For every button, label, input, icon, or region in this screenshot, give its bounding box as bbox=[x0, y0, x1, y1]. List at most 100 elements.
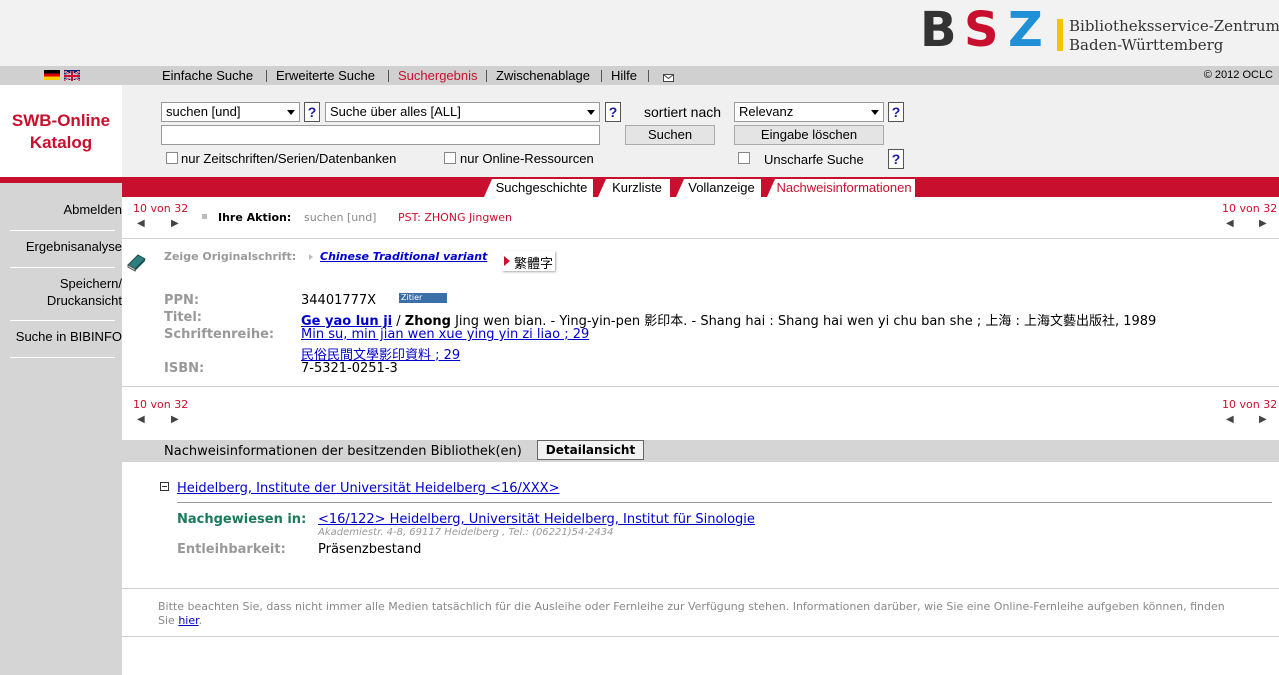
field-select[interactable]: Suche über alles [ALL] bbox=[325, 102, 600, 122]
nav-hilfe[interactable]: Hilfe bbox=[611, 66, 637, 85]
operator-select[interactable]: suchen [und] bbox=[161, 102, 300, 122]
fuzzy-checkbox[interactable] bbox=[738, 152, 750, 164]
sidebar-item-bibinfo[interactable]: Suche in BIBINFO bbox=[16, 329, 122, 344]
help-operator-button[interactable]: ? bbox=[304, 102, 320, 122]
orig-script-chars: 繁體字 bbox=[514, 257, 554, 272]
book-icon bbox=[125, 250, 147, 275]
online-checkbox-label: nur Online-Ressourcen bbox=[460, 151, 594, 166]
help-fuzzy-button[interactable]: ? bbox=[888, 149, 904, 169]
english-flag-icon[interactable] bbox=[63, 70, 81, 82]
sidebar-item-ergebnisanalyse[interactable]: Ergebnisanalyse bbox=[26, 239, 122, 254]
footer-note: Bitte beachten Sie, dass nicht immer all… bbox=[158, 600, 1225, 613]
operator-select-value: suchen [und] bbox=[166, 104, 241, 119]
nav-separator bbox=[388, 70, 389, 82]
footer-note-suffix: . bbox=[198, 614, 203, 627]
action-value: suchen [und] bbox=[304, 211, 377, 224]
logo-letter-z: Z bbox=[1008, 2, 1043, 58]
next-arrow-icon[interactable]: ▶ bbox=[171, 414, 179, 425]
footer-note-prefix: Sie bbox=[158, 614, 179, 627]
journals-checkbox[interactable] bbox=[166, 152, 178, 164]
proven-link[interactable]: <16/122> Heidelberg, Universität Heidelb… bbox=[318, 512, 755, 527]
catalog-title: SWB-Online Katalog bbox=[0, 110, 122, 154]
sidebar-item-abmelden[interactable]: Abmelden bbox=[63, 202, 122, 217]
cite-button[interactable]: Zitier bbox=[399, 293, 447, 303]
next-arrow-icon[interactable]: ▶ bbox=[1259, 414, 1267, 425]
catalog-title-line2: Katalog bbox=[29, 133, 93, 152]
orig-script-link[interactable]: Chinese Traditional variant bbox=[320, 250, 487, 263]
sidebar-divider bbox=[10, 320, 115, 321]
mail-icon[interactable] bbox=[663, 71, 674, 85]
tab-kurzliste[interactable]: Kurzliste bbox=[598, 179, 670, 197]
help-sort-button[interactable]: ? bbox=[888, 102, 904, 122]
online-checkbox[interactable] bbox=[444, 152, 456, 164]
lending-value: Präsenzbestand bbox=[318, 542, 422, 557]
field-select-value: Suche über alles [ALL] bbox=[330, 104, 461, 119]
isbn-label: ISBN: bbox=[164, 361, 205, 376]
library-link[interactable]: Heidelberg, Institute der Universität He… bbox=[177, 481, 559, 496]
series-label: Schriftenreihe: bbox=[164, 327, 275, 342]
journals-checkbox-label: nur Zeitschriften/Serien/Datenbanken bbox=[181, 151, 397, 166]
tab-vollanzeige[interactable]: Vollanzeige bbox=[676, 179, 761, 197]
sort-label: sortiert nach bbox=[644, 104, 722, 120]
search-button[interactable]: Suchen bbox=[625, 125, 715, 145]
bsz-logo: B S Z bbox=[920, 6, 1060, 54]
holdings-bar-left bbox=[122, 440, 156, 462]
footer-hier-link[interactable]: hier bbox=[178, 614, 198, 627]
fuzzy-checkbox-label: Unscharfe Suche bbox=[764, 152, 864, 167]
next-arrow-icon[interactable]: ▶ bbox=[171, 218, 179, 229]
help-field-button[interactable]: ? bbox=[605, 102, 621, 122]
bullet-icon bbox=[202, 214, 207, 219]
ppn-value: 34401777X bbox=[301, 293, 377, 308]
action-label: Ihre Aktion: bbox=[218, 211, 292, 224]
bullet-arrow-icon bbox=[309, 254, 313, 260]
pager-count-bottom: 10 von 32 bbox=[133, 398, 189, 411]
pager-count-bottom-right: 10 von 32 bbox=[1222, 398, 1278, 411]
logo-letter-b: B bbox=[920, 2, 957, 58]
sidebar-item-druckansicht[interactable]: Druckansicht bbox=[47, 293, 122, 308]
previous-arrow-icon[interactable]: ◀ bbox=[137, 414, 145, 425]
previous-arrow-icon[interactable]: ◀ bbox=[1226, 414, 1234, 425]
previous-arrow-icon[interactable]: ◀ bbox=[137, 218, 145, 229]
minus-icon[interactable] bbox=[160, 482, 169, 491]
search-input[interactable] bbox=[161, 125, 600, 145]
orig-script-label: Zeige Originalschrift: bbox=[164, 250, 297, 263]
chevron-down-icon bbox=[287, 110, 295, 115]
chevron-down-icon bbox=[871, 110, 879, 115]
divider bbox=[122, 588, 1279, 589]
language-switch bbox=[0, 66, 122, 85]
catalog-title-line1: SWB-Online bbox=[11, 111, 111, 130]
library-divider bbox=[177, 502, 1272, 503]
divider bbox=[122, 238, 1279, 239]
nav-einfache-suche[interactable]: Einfache Suche bbox=[162, 66, 253, 85]
nav-suchergebnis[interactable]: Suchergebnis bbox=[398, 66, 478, 85]
german-flag-icon[interactable] bbox=[44, 70, 60, 80]
previous-arrow-icon[interactable]: ◀ bbox=[1226, 218, 1234, 229]
tab-nachweisinformationen[interactable]: Nachweisinformationen bbox=[767, 179, 915, 197]
chevron-down-icon bbox=[587, 110, 595, 115]
divider bbox=[122, 386, 1279, 387]
ppn-label: PPN: bbox=[164, 293, 200, 308]
nav-erweiterte-suche[interactable]: Erweiterte Suche bbox=[276, 66, 375, 85]
nav-separator bbox=[648, 70, 649, 82]
detail-view-button[interactable]: Detailansicht bbox=[537, 440, 644, 460]
clear-button[interactable]: Eingabe löschen bbox=[734, 125, 884, 145]
footer-note-line2: Sie hier. bbox=[158, 614, 202, 627]
next-arrow-icon[interactable]: ▶ bbox=[1259, 218, 1267, 229]
series-link-1[interactable]: Min su, min jian wen xue ying yin zi lia… bbox=[301, 327, 589, 342]
sort-select-value: Relevanz bbox=[739, 104, 794, 119]
nav-separator bbox=[486, 70, 487, 82]
isbn-value: 7-5321-0251-3 bbox=[301, 361, 398, 376]
sidebar-item-speichern[interactable]: Speichern/ bbox=[60, 276, 122, 291]
nav-separator bbox=[266, 70, 267, 82]
logo-yellow-bar bbox=[1057, 19, 1063, 51]
sort-select[interactable]: Relevanz bbox=[734, 102, 884, 122]
sidebar-divider bbox=[10, 267, 115, 268]
tab-suchgeschichte[interactable]: Suchgeschichte bbox=[484, 179, 593, 197]
sidebar-red-strip bbox=[0, 177, 122, 183]
action-query: PST: ZHONG Jingwen bbox=[398, 211, 513, 224]
nav-zwischenablage[interactable]: Zwischenablage bbox=[496, 66, 590, 85]
lending-label: Entleihbarkeit: bbox=[177, 542, 286, 557]
orig-script-badge: 繁體字 bbox=[502, 251, 555, 272]
nav-separator bbox=[601, 70, 602, 82]
pager-count-right: 10 von 32 bbox=[1222, 202, 1278, 215]
